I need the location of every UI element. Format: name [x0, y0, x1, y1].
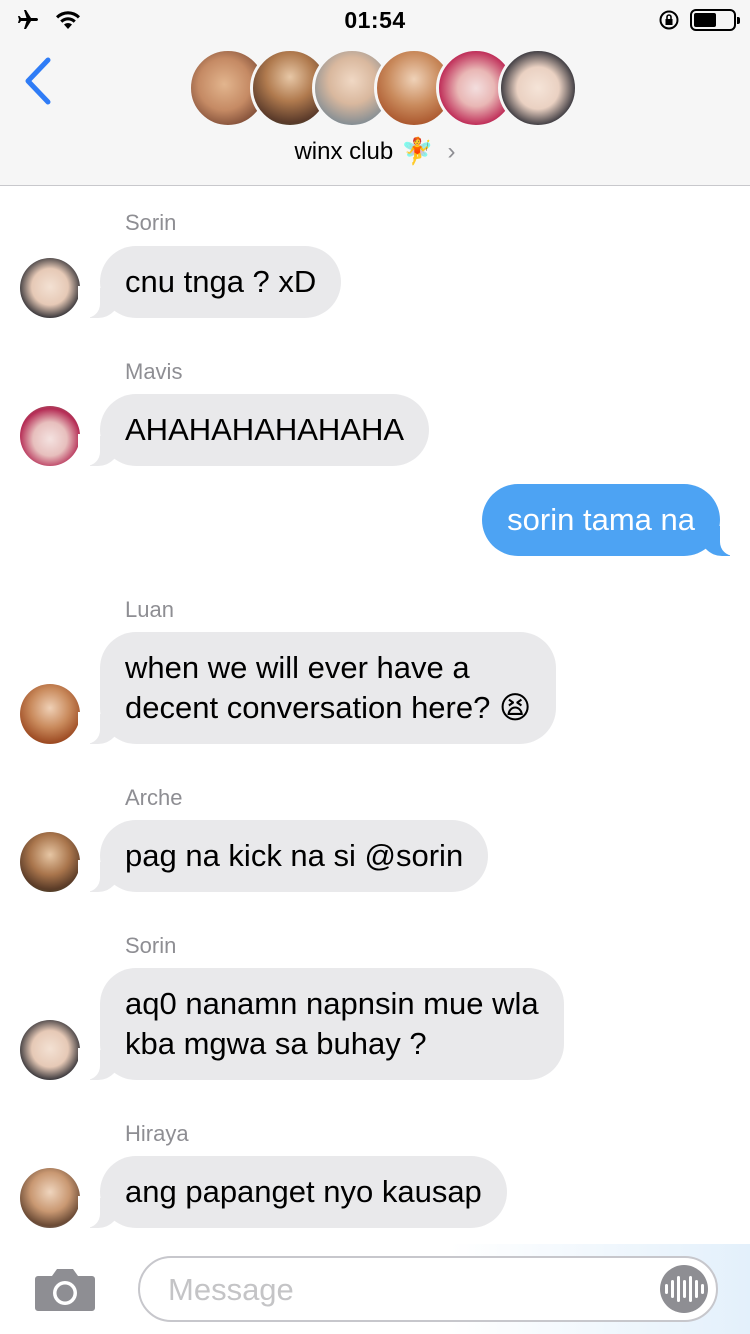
chevron-right-icon: ›: [447, 137, 456, 165]
message-input[interactable]: Message: [138, 1256, 718, 1322]
sender-name: Hiraya: [125, 1121, 189, 1146]
sender-avatar[interactable]: [20, 684, 80, 744]
battery-icon: [690, 9, 740, 31]
sender-avatar[interactable]: [20, 1168, 80, 1228]
status-bar: 01:54: [0, 0, 750, 40]
chevron-left-icon: [25, 57, 51, 105]
status-time: 01:54: [344, 7, 406, 33]
camera-button[interactable]: [34, 1266, 96, 1312]
sender-avatar[interactable]: [20, 406, 80, 466]
sender-avatar[interactable]: [20, 1020, 80, 1080]
message-bubble[interactable]: AHAHAHAHAHAHA: [77, 394, 430, 466]
message-text: pag na kick na si @sorin: [125, 838, 464, 873]
orientation-lock-icon: [659, 10, 679, 30]
message-bubble[interactable]: ang papanget nyo kausap: [78, 1156, 507, 1228]
message-bubble[interactable]: cnu tnga ? xD: [77, 246, 342, 318]
conversation-header: 01:54 winx club 🧚 ›: [0, 0, 750, 186]
message-text: sorin tama na: [507, 502, 695, 537]
message-text-line: aq0 nanamn napnsin mue wla: [125, 986, 539, 1021]
sender-name: Mavis: [125, 359, 183, 384]
group-avatars[interactable]: [188, 48, 578, 128]
sender-name: Arche: [125, 785, 183, 810]
message-text: cnu tnga ? xD: [125, 264, 317, 299]
message-text: AHAHAHAHAHAHA: [125, 412, 405, 447]
sender-avatar[interactable]: [20, 258, 80, 318]
message-bubble[interactable]: aq0 nanamn napnsin mue wla kba mgwa sa b…: [78, 968, 564, 1080]
sender-avatar[interactable]: [20, 832, 80, 892]
audio-message-button[interactable]: [660, 1265, 708, 1313]
sender-name: Sorin: [125, 933, 177, 958]
sender-name: Sorin: [125, 210, 177, 235]
message-text-line: when we will ever have a: [125, 650, 470, 685]
message-text-line: decent conversation here? 😫: [125, 690, 532, 725]
message-bubble[interactable]: when we will ever have a decent conversa…: [77, 632, 557, 744]
message-bubble-outgoing[interactable]: sorin tama na: [482, 484, 742, 556]
group-name-button[interactable]: winx club 🧚 ›: [0, 136, 750, 167]
message-text-line: kba mgwa sa buhay ?: [125, 1026, 427, 1061]
group-name: winx club: [294, 137, 394, 165]
message-bubble[interactable]: pag na kick na si @sorin: [77, 820, 489, 892]
member-avatar: [498, 48, 578, 128]
back-button[interactable]: [20, 56, 60, 106]
fairy-emoji: 🧚: [401, 136, 434, 166]
sender-name: Luan: [125, 597, 174, 622]
message-text: ang papanget nyo kausap: [125, 1174, 482, 1209]
compose-bar: Message: [0, 1244, 750, 1334]
camera-icon: [35, 1269, 95, 1311]
message-placeholder: Message: [168, 1272, 294, 1307]
